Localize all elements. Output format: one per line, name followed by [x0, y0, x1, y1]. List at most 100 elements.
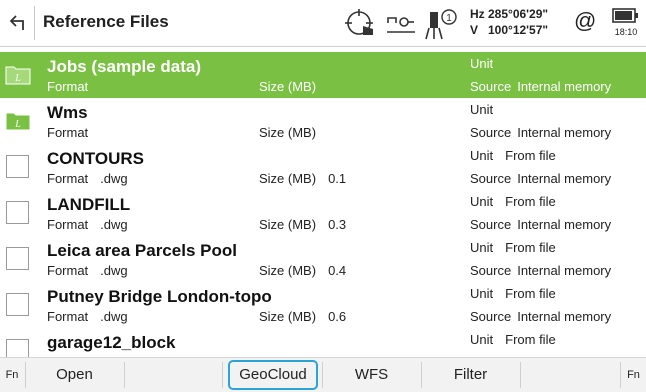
- file-name: Putney Bridge London-topo: [47, 287, 272, 306]
- source-value: Internal memory: [517, 125, 612, 140]
- source-field: Source Internal memory: [470, 217, 611, 232]
- level-icon[interactable]: [385, 8, 417, 38]
- source-field: Source Internal memory: [470, 263, 611, 278]
- row-checkbox[interactable]: [6, 155, 29, 178]
- unit-label: Unit: [470, 56, 494, 71]
- size-field: Size (MB) 0.4: [259, 263, 346, 278]
- format-field: Format: [47, 125, 100, 140]
- unit-field: Unit From file: [470, 240, 556, 255]
- format-field: Format .dwg: [47, 171, 128, 186]
- list-item[interactable]: L Jobs (sample data) Format Size (MB) Unit So…: [0, 52, 646, 98]
- unit-value: From file: [505, 286, 556, 301]
- file-name: Leica area Parcels Pool: [47, 241, 237, 260]
- row-checkbox[interactable]: [6, 339, 29, 357]
- back-arrow-icon[interactable]: [6, 10, 30, 34]
- unit-field: Unit From file: [470, 286, 556, 301]
- unit-field: Unit: [470, 56, 505, 71]
- list-item[interactable]: CONTOURS Format .dwg Size (MB) 0.1 Unit From f…: [0, 144, 646, 191]
- format-label: Format: [47, 263, 89, 278]
- file-list: L Jobs (sample data) Format Size (MB) Unit So…: [0, 52, 646, 357]
- row-checkbox[interactable]: [6, 201, 29, 224]
- size-label: Size (MB): [259, 171, 317, 186]
- format-value: .dwg: [100, 171, 128, 186]
- size-field: Size (MB) 0.1: [259, 171, 346, 186]
- folder-icon: L: [5, 66, 31, 85]
- source-field: Source Internal memory: [470, 309, 611, 324]
- list-item[interactable]: Leica area Parcels Pool Format .dwg Size (M…: [0, 236, 646, 283]
- file-name: garage12_block: [47, 333, 176, 352]
- list-item[interactable]: LANDFILL Format .dwg Size (MB) 0.3 Unit From f…: [0, 190, 646, 237]
- size-label: Size (MB): [259, 125, 317, 140]
- list-item[interactable]: garage12_blockFormatSize (MB)UnitFrom fi…: [0, 328, 646, 357]
- size-value: 0.4: [328, 263, 347, 278]
- angle-readout: Hz 285°06'29" V 100°12'57": [470, 6, 548, 38]
- footer-divider: [222, 362, 223, 388]
- fn-left-button[interactable]: Fn: [0, 358, 24, 392]
- source-field: Source Internal memory: [470, 79, 611, 94]
- softkey-bar: Fn Open GeoCloud WFS Filter Fn: [0, 357, 646, 392]
- geocloud-button[interactable]: GeoCloud: [228, 360, 318, 390]
- at-icon[interactable]: @: [574, 8, 596, 34]
- unit-field: Unit: [470, 102, 505, 117]
- file-name: Jobs (sample data): [47, 57, 201, 76]
- size-value: 0.3: [328, 217, 347, 232]
- source-label: Source: [470, 171, 512, 186]
- size-value: 0.1: [328, 171, 347, 186]
- instrument-face-icon[interactable]: 1: [425, 8, 457, 40]
- footer-divider: [520, 362, 521, 388]
- source-label: Source: [470, 263, 512, 278]
- unit-field: Unit From file: [470, 148, 556, 163]
- unit-field: Unit From file: [470, 194, 556, 209]
- source-field: Source Internal memory: [470, 171, 611, 186]
- wfs-button[interactable]: WFS: [323, 358, 420, 392]
- list-item[interactable]: L Wms Format Size (MB) Unit Source Internal me…: [0, 98, 646, 145]
- source-field: Source Internal memory: [470, 125, 611, 140]
- footer-divider: [124, 362, 125, 388]
- fn-right-button[interactable]: Fn: [621, 358, 646, 392]
- source-value: Internal memory: [517, 217, 612, 232]
- unit-value: From file: [505, 332, 556, 347]
- source-value: Internal memory: [517, 309, 612, 324]
- unit-label: Unit: [470, 332, 494, 347]
- unit-value: From file: [505, 148, 556, 163]
- hz-value: 285°06'29": [488, 7, 549, 21]
- svg-text:L: L: [14, 73, 21, 84]
- header-divider: [34, 6, 35, 40]
- format-value: .dwg: [100, 263, 128, 278]
- v-value: 100°12'57": [488, 23, 549, 37]
- size-field: Size (MB): [259, 125, 328, 140]
- file-name: LANDFILL: [47, 195, 131, 214]
- svg-text:L: L: [14, 119, 21, 130]
- size-label: Size (MB): [259, 309, 317, 324]
- unit-field: Unit From file: [470, 332, 556, 347]
- unit-label: Unit: [470, 148, 494, 163]
- format-label: Format: [47, 217, 89, 232]
- list-item[interactable]: Putney Bridge London-topo Format .dwg Size …: [0, 282, 646, 329]
- format-field: Format .dwg: [47, 217, 128, 232]
- row-checkbox[interactable]: [6, 247, 29, 270]
- v-label: V: [470, 23, 479, 37]
- file-name: Wms: [47, 103, 88, 122]
- format-label: Format: [47, 79, 89, 94]
- source-label: Source: [470, 79, 512, 94]
- size-label: Size (MB): [259, 217, 317, 232]
- row-checkbox[interactable]: [6, 293, 29, 316]
- unit-label: Unit: [470, 286, 494, 301]
- source-value: Internal memory: [517, 79, 612, 94]
- unit-value: From file: [505, 194, 556, 209]
- size-label: Size (MB): [259, 263, 317, 278]
- filter-button[interactable]: Filter: [422, 358, 519, 392]
- size-value: 0.6: [328, 309, 347, 324]
- battery-status[interactable]: 18:10: [611, 7, 641, 41]
- svg-text:1: 1: [446, 13, 452, 24]
- folder-icon: L: [5, 112, 31, 131]
- source-label: Source: [470, 125, 512, 140]
- target-hand-icon[interactable]: [345, 8, 377, 38]
- battery-icon: [612, 8, 638, 23]
- open-button[interactable]: Open: [26, 358, 123, 392]
- source-value: Internal memory: [517, 263, 612, 278]
- title-bar: Reference Files 1 Hz 285°06'29" V 100°12'5…: [0, 0, 646, 47]
- source-label: Source: [470, 217, 512, 232]
- unit-label: Unit: [470, 240, 494, 255]
- format-label: Format: [47, 309, 89, 324]
